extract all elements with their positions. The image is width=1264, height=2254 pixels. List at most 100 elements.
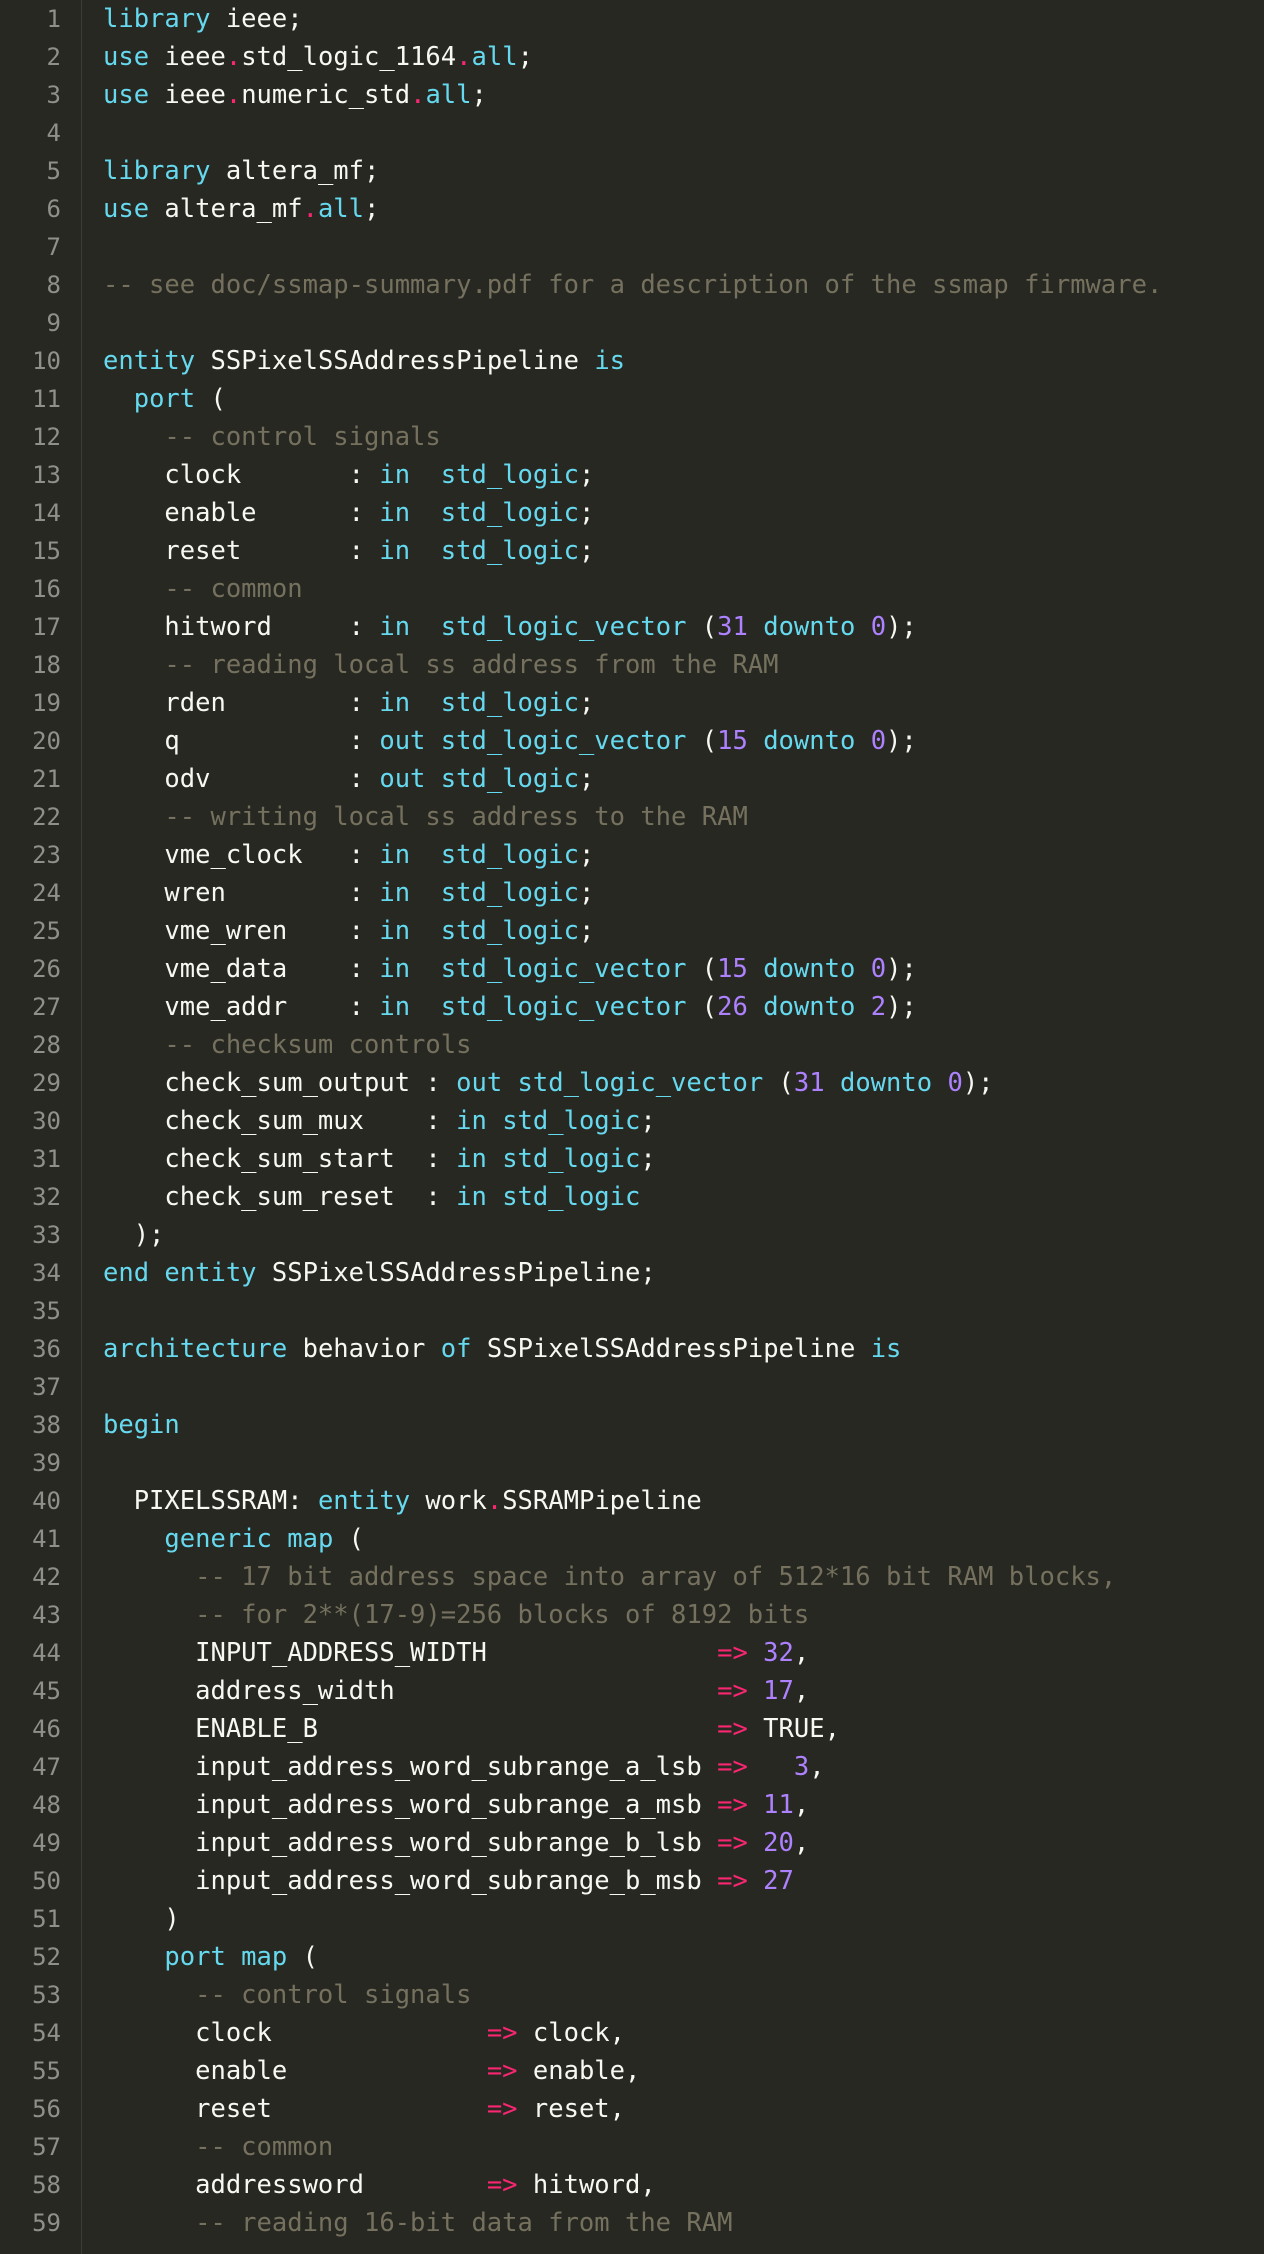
token-kw: entity [164,1258,257,1288]
code-line[interactable]: 11 port ( [0,380,1264,418]
code-line[interactable]: 42 -- 17 bit address space into array of… [0,1558,1264,1596]
code-line[interactable]: 52 port map ( [0,1938,1264,1976]
line-text: -- control signals [103,1976,471,2014]
code-line[interactable]: 13 clock : in std_logic; [0,456,1264,494]
token: ieee; [225,4,303,34]
code-line[interactable]: 36 architecture behavior of SSPixelSSAddr… [0,1330,1264,1368]
line-number: 20 [32,727,61,755]
code-line[interactable]: 4 [0,114,1264,152]
code-line[interactable]: 59 -- reading 16-bit data from the RAM [0,2204,1264,2242]
code-line[interactable]: 46 ENABLE_B => TRUE, [0,1710,1264,1748]
code-line[interactable]: 3 use ieee.numeric_std.all; [0,76,1264,114]
line-text: INPUT_ADDRESS_WIDTH => 32, [103,1634,809,1672]
code-line[interactable]: 9 [0,304,1264,342]
line-text: vme_clock : in std_logic; [103,836,594,874]
token-kw: in [379,840,411,870]
token: vme_clock : [103,840,380,870]
token-num: 0 [870,612,887,642]
code-area[interactable]: 1 library ieee; 2 use ieee.std_logic_1164.a… [0,0,1264,2242]
token: work [425,1486,487,1516]
line-text: odv : out std_logic; [103,760,594,798]
line-number: 5 [46,157,61,185]
code-line[interactable]: 41 generic map ( [0,1520,1264,1558]
code-line[interactable]: 22 -- writing local ss address to the RA… [0,798,1264,836]
token: altera_mf [164,194,303,224]
line-number: 44 [32,1639,61,1667]
token-num: 26 [717,992,748,1022]
line-text: entity SSPixelSSAddressPipeline is [103,342,625,380]
token-cm: -- control signals [103,1980,472,2010]
code-line[interactable]: 55 enable => enable, [0,2052,1264,2090]
line-number: 15 [32,537,61,565]
token: TRUE, [763,1714,840,1744]
code-line[interactable]: 44 INPUT_ADDRESS_WIDTH => 32, [0,1634,1264,1672]
code-line[interactable]: 51 ) [0,1900,1264,1938]
line-number: 16 [32,575,61,603]
code-line[interactable]: 47 input_address_word_subrange_a_lsb => … [0,1748,1264,1786]
code-line[interactable]: 24 wren : in std_logic; [0,874,1264,912]
token-cm: -- reading local ss address from the RAM [103,650,779,680]
code-line[interactable]: 45 address_width => 17, [0,1672,1264,1710]
token-op: => [486,2056,518,2086]
code-line[interactable]: 12 -- control signals [0,418,1264,456]
code-line[interactable]: 23 vme_clock : in std_logic; [0,836,1264,874]
code-line[interactable]: 31 check_sum_start : in std_logic; [0,1140,1264,1178]
code-line[interactable]: 21 odv : out std_logic; [0,760,1264,798]
line-number: 50 [32,1867,61,1895]
code-line[interactable]: 57 -- common [0,2128,1264,2166]
code-line[interactable]: 2 use ieee.std_logic_1164.all; [0,38,1264,76]
code-line[interactable]: 20 q : out std_logic_vector (15 downto 0… [0,722,1264,760]
line-number: 23 [32,841,61,869]
code-line[interactable]: 43 -- for 2**(17-9)=256 blocks of 8192 b… [0,1596,1264,1634]
code-line[interactable]: 33 ); [0,1216,1264,1254]
code-line[interactable]: 40 PIXELSSRAM: entity work.SSRAMPipeline [0,1482,1264,1520]
code-line[interactable]: 30 check_sum_mux : in std_logic; [0,1102,1264,1140]
token-kw: end [103,1258,150,1288]
code-line[interactable]: 48 input_address_word_subrange_a_msb => … [0,1786,1264,1824]
code-line[interactable]: 17 hitword : in std_logic_vector (31 dow… [0,608,1264,646]
code-line[interactable]: 15 reset : in std_logic; [0,532,1264,570]
code-line[interactable]: 8 -- see doc/ssmap-summary.pdf for a desc… [0,266,1264,304]
code-line[interactable]: 28 -- checksum controls [0,1026,1264,1064]
token: ; [640,1144,656,1174]
code-line[interactable]: 53 -- control signals [0,1976,1264,2014]
token-op: => [486,2094,518,2124]
code-line[interactable]: 19 rden : in std_logic; [0,684,1264,722]
code-line[interactable]: 7 [0,228,1264,266]
code-line[interactable]: 56 reset => reset, [0,2090,1264,2128]
code-line[interactable]: 54 clock => clock, [0,2014,1264,2052]
code-line[interactable]: 32 check_sum_reset : in std_logic [0,1178,1264,1216]
code-line[interactable]: 18 -- reading local ss address from the … [0,646,1264,684]
code-line[interactable]: 58 addressword => hitword, [0,2166,1264,2204]
token-kw: downto [763,992,856,1022]
token-kw: architecture [103,1334,288,1364]
code-line[interactable]: 26 vme_data : in std_logic_vector (15 do… [0,950,1264,988]
code-line[interactable]: 38 begin [0,1406,1264,1444]
line-text: reset => reset, [103,2090,625,2128]
code-line[interactable]: 14 enable : in std_logic; [0,494,1264,532]
code-line[interactable]: 50 input_address_word_subrange_b_msb => … [0,1862,1264,1900]
token-kw: std_logic [440,840,579,870]
code-line[interactable]: 25 vme_wren : in std_logic; [0,912,1264,950]
code-line[interactable]: 6 use altera_mf.all; [0,190,1264,228]
code-line[interactable]: 39 [0,1444,1264,1482]
line-text: rden : in std_logic; [103,684,594,722]
code-line[interactable]: 1 library ieee; [0,0,1264,38]
code-line[interactable]: 29 check_sum_output : out std_logic_vect… [0,1064,1264,1102]
code-line[interactable]: 10 entity SSPixelSSAddressPipeline is [0,342,1264,380]
code-line[interactable]: 16 -- common [0,570,1264,608]
line-number: 34 [32,1259,61,1287]
line-number: 9 [46,309,61,337]
line-number: 43 [32,1601,61,1629]
line-text: input_address_word_subrange_a_lsb => 3, [103,1748,825,1786]
code-editor[interactable]: 1 library ieee; 2 use ieee.std_logic_1164.a… [0,0,1264,2254]
code-line[interactable]: 37 [0,1368,1264,1406]
code-line[interactable]: 5 library altera_mf; [0,152,1264,190]
code-line[interactable]: 34 end entity SSPixelSSAddressPipeline; [0,1254,1264,1292]
code-line[interactable]: 49 input_address_word_subrange_b_lsb => … [0,1824,1264,1862]
token-op: => [717,1638,748,1668]
code-line[interactable]: 27 vme_addr : in std_logic_vector (26 do… [0,988,1264,1026]
code-line[interactable]: 35 [0,1292,1264,1330]
